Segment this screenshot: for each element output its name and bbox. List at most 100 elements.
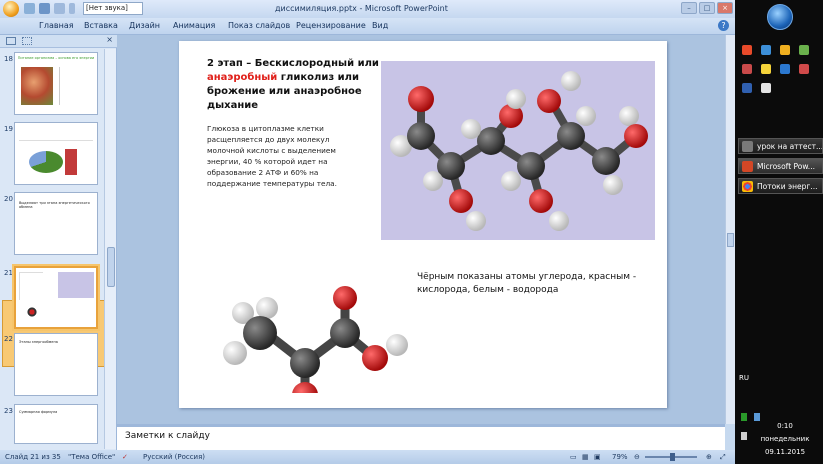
sound-select[interactable]: [Нет звука] xyxy=(83,2,143,15)
thumb-list xyxy=(59,67,93,105)
tray-status-icons xyxy=(741,406,769,440)
chrome-icon[interactable] xyxy=(742,45,752,55)
spellcheck-icon[interactable]: ✓ xyxy=(122,453,128,461)
redo-icon[interactable] xyxy=(54,3,65,14)
taskbar-item-label: Microsoft Pow... xyxy=(757,162,815,171)
status-bar: Слайд 21 из 35 "Тема Office" ✓ Русский (… xyxy=(0,450,735,464)
slide-thumbnail-21[interactable] xyxy=(12,264,100,331)
normal-view-icon[interactable]: ▭ xyxy=(570,453,577,461)
undo-icon[interactable] xyxy=(39,3,50,14)
scrollbar-thumb[interactable] xyxy=(727,233,734,247)
close-pane-icon[interactable]: × xyxy=(106,35,113,44)
clock-day: понедельник xyxy=(760,435,810,443)
language-indicator[interactable]: Русский (Россия) xyxy=(143,453,205,461)
office-button[interactable] xyxy=(3,1,19,17)
glucose-molecule-image[interactable] xyxy=(381,61,655,240)
slide-counter: Слайд 21 из 35 xyxy=(5,453,61,461)
tab-home[interactable]: Главная xyxy=(39,21,74,30)
taskbar-item[interactable]: Потоки энерг... xyxy=(738,178,823,194)
thumb-title: Суммарная формула xyxy=(19,410,58,414)
slide-thumbnail-20[interactable]: Выделяют три этапа энергетического обмен… xyxy=(14,192,98,255)
zoom-in-icon[interactable]: ⊕ xyxy=(706,453,712,461)
network-icon[interactable] xyxy=(741,413,747,421)
outline-tab-icon[interactable] xyxy=(22,37,32,45)
quicklaunch-icons xyxy=(740,42,820,99)
app-icon[interactable] xyxy=(761,45,772,55)
pie-image xyxy=(29,151,63,173)
notes-pane[interactable]: Заметки к слайду xyxy=(117,424,725,450)
molecule-image xyxy=(22,304,42,320)
thumb-number: 19 xyxy=(4,125,13,133)
start-button[interactable] xyxy=(767,4,793,30)
tab-review[interactable]: Рецензирование xyxy=(296,21,366,30)
tab-insert[interactable]: Вставка xyxy=(84,21,118,30)
tab-design[interactable]: Дизайн xyxy=(129,21,160,30)
qat-dropdown-icon[interactable] xyxy=(69,3,75,14)
zoom-out-icon[interactable]: ⊖ xyxy=(634,453,640,461)
document-icon xyxy=(742,141,753,152)
molecule-image xyxy=(58,272,94,298)
ribbon-tabs: Главная Вставка Дизайн Анимация Показ сл… xyxy=(0,18,735,35)
zoom-level[interactable]: 79% xyxy=(612,453,628,461)
sorter-view-icon[interactable]: ▦ xyxy=(582,453,589,461)
bar-image xyxy=(65,149,77,175)
thumb-text xyxy=(19,127,93,141)
minimize-button[interactable]: – xyxy=(681,2,697,14)
clock-time: 0:10 xyxy=(777,422,793,430)
scrollbar-thumb[interactable] xyxy=(107,247,115,287)
slide-body-text[interactable]: Глюкоза в цитоплазме клетки расщепляется… xyxy=(207,123,362,189)
app-icon[interactable] xyxy=(742,64,752,74)
slide-thumbnail-19[interactable] xyxy=(14,122,98,185)
slide-scrollbar[interactable] xyxy=(725,35,735,424)
thumb-title: Питание организма – основа его энергии xyxy=(17,56,95,60)
notes-placeholder: Заметки к слайду xyxy=(125,431,210,441)
thumbnails-scrollbar[interactable] xyxy=(104,49,116,449)
zoom-slider-knob[interactable] xyxy=(670,453,675,461)
help-icon[interactable]: ? xyxy=(718,20,729,31)
volume-icon[interactable] xyxy=(741,432,747,440)
lactic-acid-molecule-svg xyxy=(223,286,408,408)
slideshow-view-icon[interactable]: ▣ xyxy=(594,453,601,461)
folder-icon[interactable] xyxy=(780,45,791,55)
slides-pane: × 18 Питание организма – основа его энер… xyxy=(0,35,117,450)
app-icon[interactable] xyxy=(799,45,810,55)
app-icon[interactable] xyxy=(742,83,752,93)
slide-thumbnail-18[interactable]: Питание организма – основа его энергии xyxy=(14,52,98,115)
system-clock[interactable]: 0:10 понедельник 09.11.2015 xyxy=(750,420,820,459)
clock-date: 09.11.2015 xyxy=(764,448,806,456)
app-icon[interactable] xyxy=(761,83,772,93)
pane-tabs: × xyxy=(0,35,117,48)
thumb-number: 22 xyxy=(4,335,13,343)
slide-editor: 2 этап – Бескислородный или анаэробный г… xyxy=(117,35,725,424)
taskbar-item[interactable]: Microsoft Pow... xyxy=(738,158,823,174)
food-image xyxy=(21,67,53,105)
slide-thumbnail-23[interactable]: Суммарная формула xyxy=(14,404,98,444)
taskbar-item[interactable]: урок на аттест... xyxy=(738,138,823,154)
chrome-icon xyxy=(742,181,753,192)
save-icon[interactable] xyxy=(24,3,35,14)
thumb-text xyxy=(19,272,43,300)
fit-window-icon[interactable]: ⤢ xyxy=(720,453,726,462)
keyboard-language[interactable]: RU xyxy=(739,374,749,382)
slide-heading[interactable]: 2 этап – Бескислородный или анаэробный г… xyxy=(207,57,382,113)
slides-tab-icon[interactable] xyxy=(6,37,16,45)
title-bar: [Нет звука] диссимиляция.pptx - Microsof… xyxy=(0,0,735,18)
thumb-number: 20 xyxy=(4,195,13,203)
heading-text-red: анаэробный xyxy=(207,72,278,83)
close-button[interactable]: × xyxy=(717,2,733,14)
lactic-acid-molecule-image[interactable] xyxy=(205,253,425,408)
tab-slideshow[interactable]: Показ слайдов xyxy=(228,21,290,30)
maximize-button[interactable]: □ xyxy=(699,2,715,14)
slide-caption[interactable]: Чёрным показаны атомы углерода, красным … xyxy=(417,271,657,297)
powerpoint-icon xyxy=(742,161,753,172)
tab-animation[interactable]: Анимация xyxy=(173,21,215,30)
app-icon[interactable] xyxy=(799,64,810,74)
slide-thumbnail-22[interactable]: Этапы энергообмена xyxy=(14,333,98,396)
glucose-molecule-svg xyxy=(390,71,648,231)
theme-name: "Тема Office" xyxy=(68,453,116,461)
app-icon[interactable] xyxy=(761,64,772,74)
taskbar-item-label: Потоки энерг... xyxy=(757,182,818,191)
tab-view[interactable]: Вид xyxy=(372,21,388,30)
ie-icon[interactable] xyxy=(780,64,791,74)
current-slide[interactable]: 2 этап – Бескислородный или анаэробный г… xyxy=(179,41,667,408)
